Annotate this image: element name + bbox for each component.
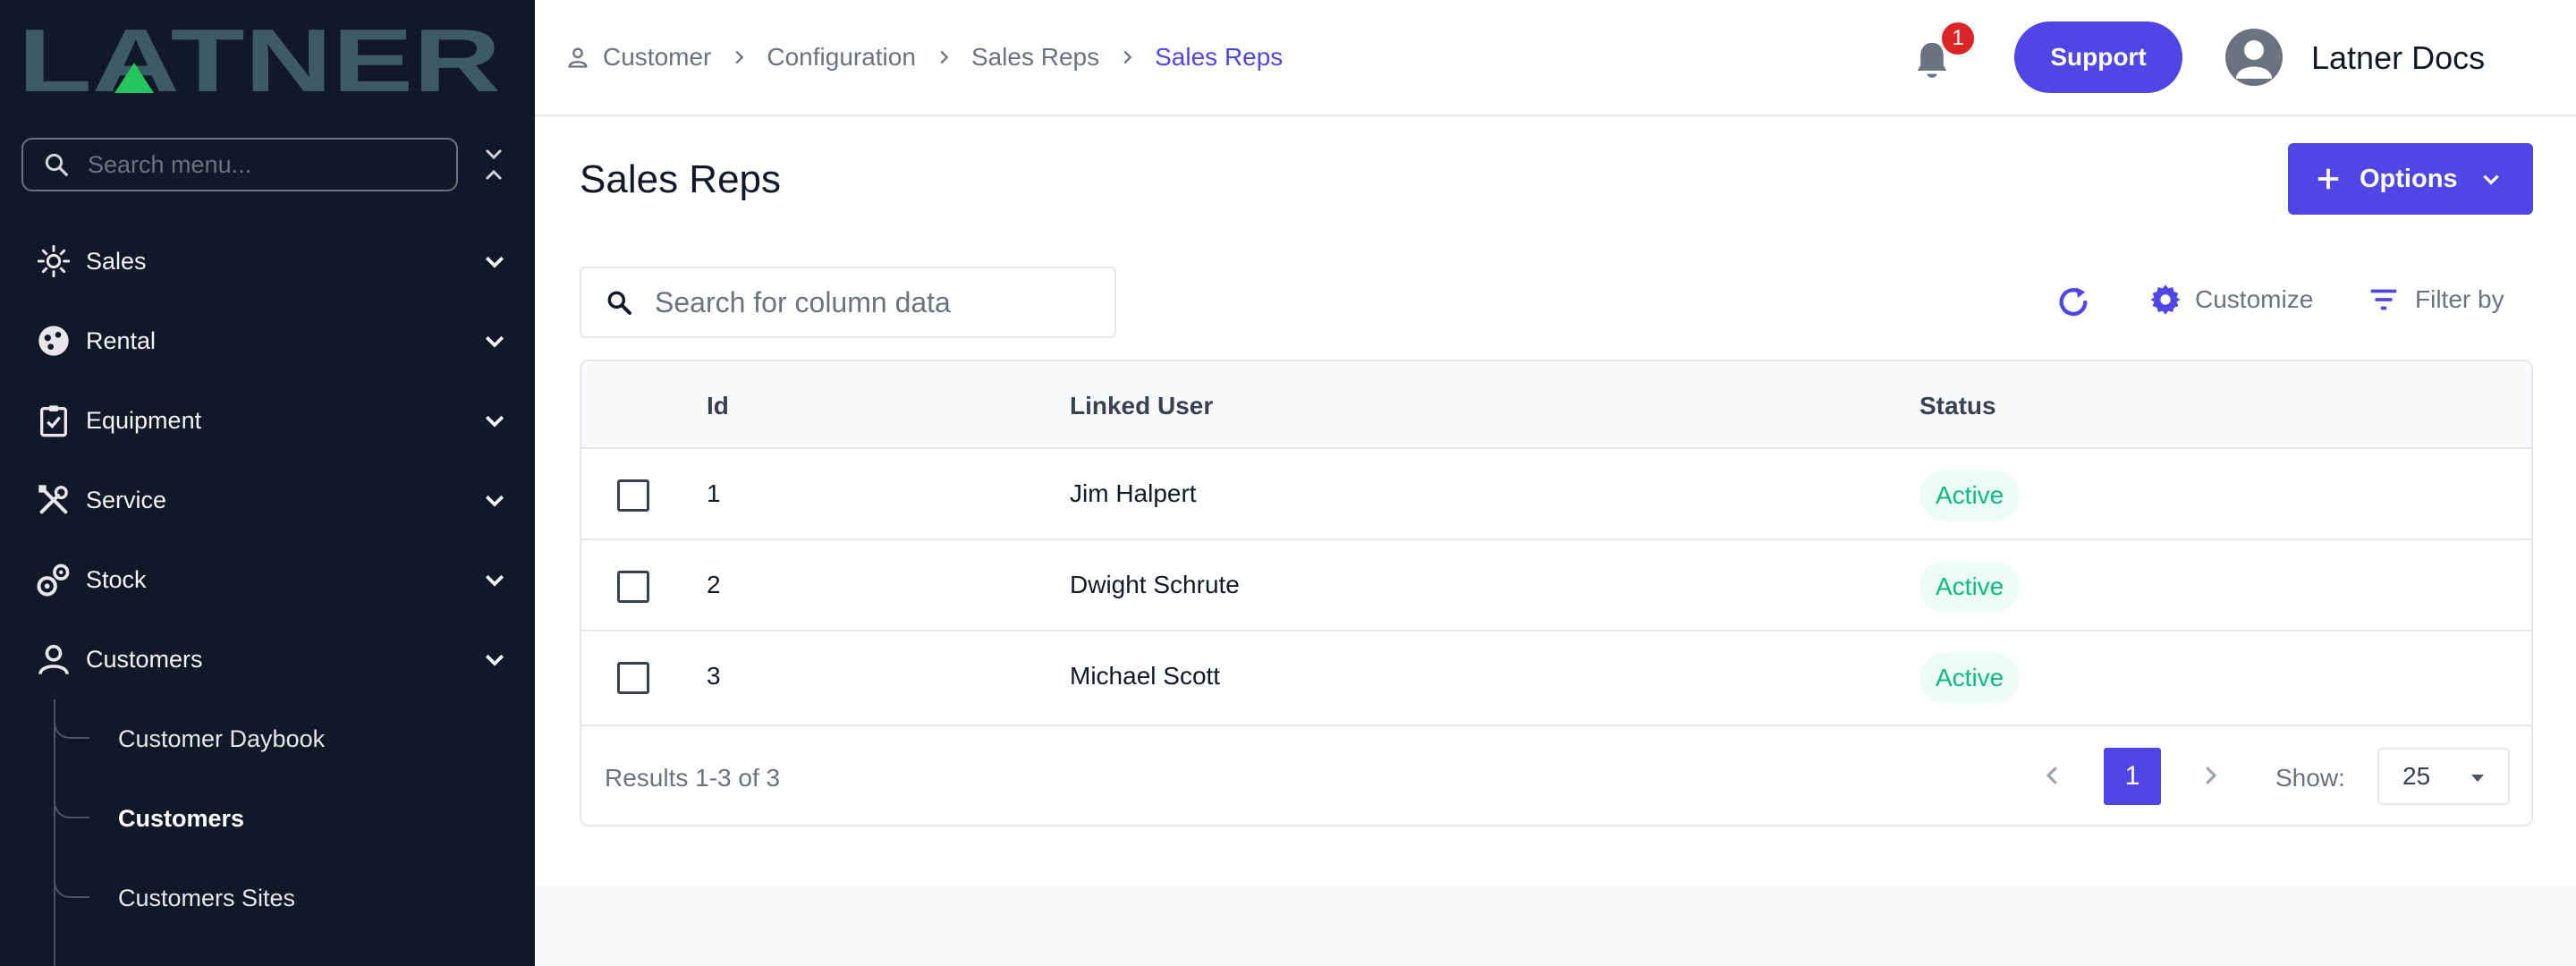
cell-id: 1 [707, 479, 721, 507]
plus-icon [2318, 168, 2339, 190]
chevron-down-icon [485, 654, 504, 666]
user-name[interactable]: Latner Docs [2311, 39, 2485, 77]
column-header-id[interactable]: Id [707, 392, 729, 420]
filter-button[interactable]: Filter by [2367, 283, 2504, 317]
top-header: Customer Configuration Sales Reps Sales … [535, 0, 2576, 116]
user-icon [34, 640, 73, 679]
chevron-down-icon [2482, 174, 2499, 185]
options-label: Options [2360, 164, 2458, 193]
status-badge: Active [1919, 470, 2021, 521]
filter-icon [2370, 289, 2397, 310]
chevron-down-icon [485, 256, 504, 268]
sidebar-item-label: Service [86, 486, 167, 513]
options-button[interactable]: Options [2288, 143, 2533, 215]
sidebar-subitem-customer-daybook[interactable]: Customer Daybook [54, 712, 501, 766]
breadcrumb-current: Sales Reps [1155, 43, 1284, 71]
sidebar-item-service[interactable]: Service [34, 473, 508, 527]
cell-linked-user: Dwight Schrute [1070, 571, 1240, 598]
chevron-right-icon [735, 50, 744, 64]
cell-linked-user: Jim Halpert [1070, 479, 1197, 507]
row-checkbox[interactable] [617, 662, 649, 694]
sidebar-item-label: Rental [86, 326, 157, 354]
page-title: Sales Reps [580, 157, 782, 201]
sidebar-subitem-label: Customers [118, 804, 245, 832]
gear-icon [2150, 284, 2181, 315]
chevron-right-icon [1123, 50, 1132, 64]
customize-button[interactable]: Customize [2148, 283, 2313, 317]
cell-id: 2 [707, 571, 721, 598]
table-search-box[interactable] [580, 267, 1116, 338]
chevron-down-icon [485, 335, 504, 348]
caret-down-icon [2471, 775, 2484, 782]
column-header-linked-user[interactable]: Linked User [1070, 392, 1213, 420]
sidebar-item-stock[interactable]: Stock [34, 553, 508, 606]
user-avatar-icon [2236, 40, 2272, 79]
customize-label: Customize [2195, 285, 2314, 313]
menu-search-box[interactable] [21, 138, 458, 191]
sidebar-item-label: Customers [86, 645, 203, 673]
sidebar-item-label: Stock [86, 565, 147, 593]
latner-logo[interactable]: LATNER [18, 21, 501, 95]
search-icon [45, 153, 68, 176]
cell-id: 3 [707, 662, 721, 690]
chevron-left-icon[interactable] [2039, 762, 2066, 789]
user-icon [568, 47, 588, 68]
notification-badge: 1 [1939, 20, 1977, 57]
breadcrumb-configuration[interactable]: Configuration [767, 43, 916, 72]
results-count: Results 1-3 of 3 [605, 764, 781, 792]
table-row[interactable]: 2 Dwight Schrute Active [581, 540, 2531, 631]
row-checkbox[interactable] [617, 571, 649, 603]
sidebar: LATNER Sales Rental Equipment Service St… [0, 0, 535, 966]
breadcrumb: Customer Configuration Sales Reps Sales … [565, 39, 1283, 75]
tools-icon [34, 480, 73, 520]
clipboard-icon [34, 401, 73, 440]
table-header: Id Linked User Status [581, 361, 2531, 449]
gears-icon [34, 560, 73, 599]
table-search-input[interactable] [655, 285, 1102, 319]
sales-icon [34, 242, 73, 281]
table-footer: Results 1-3 of 3 1 Show: 25 [581, 726, 2531, 825]
sidebar-item-sales[interactable]: Sales [34, 234, 508, 288]
avatar[interactable] [2225, 29, 2283, 86]
main-content: Sales Reps Options Customize Filter by I… [535, 118, 2576, 886]
sales-reps-table: Id Linked User Status 1 Jim Halpert Acti… [580, 360, 2533, 826]
sidebar-subitem-label: Customers Sites [118, 884, 296, 911]
filter-label: Filter by [2415, 285, 2504, 313]
rental-icon [34, 321, 73, 360]
chevron-down-icon [485, 495, 504, 507]
breadcrumb-customer[interactable]: Customer [603, 43, 711, 72]
cell-linked-user: Michael Scott [1070, 662, 1221, 690]
chevron-down-icon [485, 415, 504, 428]
table-row[interactable]: 3 Michael Scott Active [581, 631, 2531, 726]
table-row[interactable]: 1 Jim Halpert Active [581, 449, 2531, 540]
logo-text: LATNER [18, 21, 501, 95]
page-button-current[interactable]: 1 [2104, 748, 2161, 805]
chevron-down-icon [485, 574, 504, 587]
page-size-select[interactable]: 25 [2377, 748, 2510, 805]
collapse-menu-icon[interactable] [481, 145, 506, 184]
sidebar-subitem-customers[interactable]: Customers [54, 792, 501, 845]
sidebar-item-label: Equipment [86, 406, 202, 434]
sidebar-item-equipment[interactable]: Equipment [34, 394, 508, 447]
sidebar-item-rental[interactable]: Rental [34, 314, 508, 368]
status-badge: Active [1919, 653, 2021, 703]
row-checkbox[interactable] [617, 479, 649, 512]
refresh-icon[interactable] [2055, 284, 2091, 320]
menu-search-input[interactable] [88, 150, 445, 179]
sidebar-subitem-customers-sites[interactable]: Customers Sites [54, 871, 501, 925]
chevron-right-icon[interactable] [2197, 762, 2224, 789]
page-size-label: Show: [2275, 764, 2345, 792]
search-icon [607, 291, 631, 315]
sidebar-item-label: Sales [86, 247, 147, 275]
breadcrumb-sales-reps[interactable]: Sales Reps [971, 43, 1099, 72]
sidebar-item-customers[interactable]: Customers [34, 632, 508, 686]
status-badge: Active [1919, 562, 2021, 612]
sidebar-subitem-label: Customer Daybook [118, 724, 326, 752]
column-header-status[interactable]: Status [1919, 392, 1996, 420]
page-size-value: 25 [2402, 762, 2431, 790]
chevron-right-icon [940, 50, 949, 64]
support-button[interactable]: Support [2014, 21, 2182, 93]
